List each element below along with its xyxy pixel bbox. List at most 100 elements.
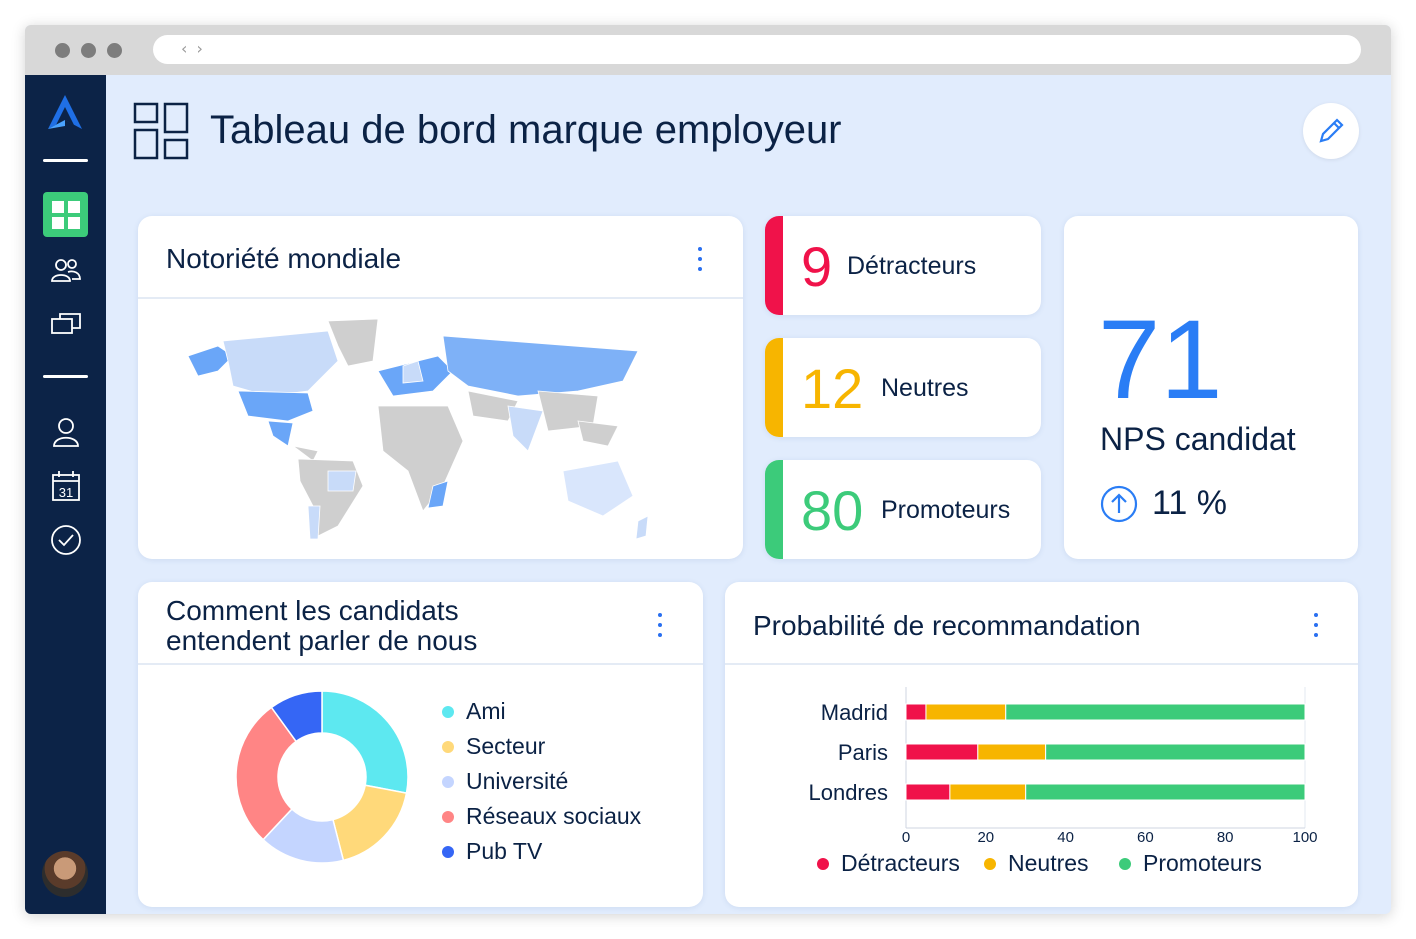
legend-item[interactable]: Secteur bbox=[442, 733, 545, 760]
address-bar[interactable]: ‹ › bbox=[153, 35, 1361, 64]
legend-item[interactable]: Pub TV bbox=[442, 838, 542, 865]
legend-item[interactable]: Université bbox=[442, 768, 568, 795]
edit-button[interactable] bbox=[1303, 103, 1359, 159]
calendar-icon: 31 bbox=[51, 470, 80, 501]
bar-segment[interactable] bbox=[925, 703, 1007, 721]
bar-segment[interactable] bbox=[1005, 703, 1306, 721]
legend-dot bbox=[984, 857, 996, 870]
nps-card: 71 NPS candidat 11 % bbox=[1064, 216, 1358, 559]
kpi-label: Promoteurs bbox=[881, 496, 1011, 524]
source-card-title: Comment les candidats bbox=[166, 595, 459, 626]
card-divider bbox=[138, 297, 743, 299]
y-tick-label: Madrid bbox=[821, 700, 888, 725]
y-tick-label: Paris bbox=[838, 740, 888, 765]
bar-segment[interactable] bbox=[977, 743, 1047, 761]
legend-dot bbox=[442, 810, 454, 823]
legend-dot bbox=[442, 845, 454, 858]
legend-dot bbox=[1119, 857, 1131, 870]
legend-label: Promoteurs bbox=[1143, 850, 1262, 876]
sidebar-item-calendar[interactable]: 31 bbox=[43, 463, 88, 508]
recommendation-card: Probabilité de recommandation Madrid Pari… bbox=[725, 582, 1358, 907]
kpi-card-promoters: 80 Promoteurs bbox=[765, 460, 1041, 559]
sidebar-divider bbox=[43, 159, 88, 162]
bar-segment[interactable] bbox=[1045, 743, 1306, 761]
card-divider bbox=[138, 663, 703, 665]
legend-label: Ami bbox=[466, 698, 506, 724]
sidebar-divider bbox=[43, 375, 88, 378]
x-tick-label: 40 bbox=[1057, 829, 1074, 844]
legend-label: Secteur bbox=[466, 733, 546, 759]
nav-arrows-icon[interactable]: ‹ › bbox=[181, 39, 205, 58]
nps-label: NPS candidat bbox=[1100, 421, 1296, 457]
more-options-icon[interactable] bbox=[650, 610, 670, 640]
map-card: Notoriété mondiale bbox=[138, 216, 743, 559]
x-tick-label: 0 bbox=[902, 829, 910, 844]
legend-item[interactable]: Ami bbox=[442, 698, 506, 725]
recommendation-card-title: Probabilité de recommandation bbox=[753, 610, 1141, 641]
browser-chrome: ‹ › bbox=[25, 25, 1391, 75]
bar-segment[interactable] bbox=[949, 783, 1027, 801]
kpi-card-neutrals: 12 Neutres bbox=[765, 338, 1041, 437]
bar-segment[interactable] bbox=[905, 743, 979, 761]
sidebar-item-tasks[interactable] bbox=[43, 517, 88, 562]
x-tick-label: 20 bbox=[977, 829, 994, 844]
legend-item[interactable]: Réseaux sociaux bbox=[442, 803, 641, 830]
legend-dot bbox=[442, 705, 454, 718]
legend-label: Détracteurs bbox=[841, 850, 960, 876]
donut-slice[interactable] bbox=[321, 690, 409, 794]
x-tick-label: 100 bbox=[1292, 829, 1317, 844]
kpi-card-detractors: 9 Détracteurs bbox=[765, 216, 1041, 315]
source-card-title: entendent parler de nous bbox=[166, 625, 478, 656]
bar-segment[interactable] bbox=[1025, 783, 1306, 801]
nps-trend: 11 % bbox=[1100, 484, 1227, 523]
nps-trend-value: 11 % bbox=[1152, 484, 1227, 522]
sidebar-item-profile[interactable] bbox=[43, 409, 88, 454]
arrow-up-circle-icon bbox=[1100, 485, 1138, 522]
bar-segment[interactable] bbox=[905, 703, 927, 721]
legend-dot bbox=[442, 775, 454, 788]
dashboard-icon bbox=[51, 200, 80, 229]
map-card-title: Notoriété mondiale bbox=[166, 243, 402, 274]
legend-item[interactable]: Détracteurs bbox=[817, 850, 960, 877]
legend-label: Réseaux sociaux bbox=[466, 803, 642, 829]
briefcase-icon bbox=[50, 312, 81, 334]
kpi-value: 9 bbox=[801, 235, 833, 298]
browser-window: ‹ › 31 Tableau de bord marque employeur … bbox=[25, 25, 1391, 914]
app-logo-icon[interactable] bbox=[45, 93, 85, 133]
stacked-bar-chart: Madrid Paris Londres 0 20 40 60 80 100 bbox=[808, 687, 1318, 844]
window-dot[interactable] bbox=[55, 43, 70, 58]
more-options-icon[interactable] bbox=[1306, 610, 1326, 640]
world-map[interactable] bbox=[178, 311, 658, 551]
sidebar-item-dashboard[interactable] bbox=[43, 192, 88, 237]
pencil-icon bbox=[1319, 118, 1344, 143]
x-tick-label: 60 bbox=[1137, 829, 1154, 844]
sidebar-item-team[interactable] bbox=[43, 247, 88, 292]
sidebar-item-jobs[interactable] bbox=[43, 301, 88, 346]
kpi-accent-bar bbox=[765, 460, 783, 559]
kpi-accent-bar bbox=[765, 216, 783, 315]
main-content: Tableau de bord marque employeur Notorié… bbox=[106, 75, 1391, 914]
kpi-label: Neutres bbox=[881, 374, 969, 402]
window-dot[interactable] bbox=[107, 43, 122, 58]
x-tick-label: 80 bbox=[1217, 829, 1234, 844]
nps-value: 71 bbox=[1098, 297, 1223, 422]
legend-item[interactable]: Promoteurs bbox=[1119, 850, 1262, 877]
users-icon bbox=[50, 258, 81, 282]
kpi-value: 80 bbox=[801, 479, 864, 542]
dashboard-layout-icon bbox=[133, 102, 189, 160]
bar-segment[interactable] bbox=[905, 783, 951, 801]
legend-item[interactable]: Neutres bbox=[984, 850, 1089, 877]
window-dot[interactable] bbox=[81, 43, 96, 58]
legend-dot bbox=[442, 740, 454, 753]
more-options-icon[interactable] bbox=[690, 244, 710, 274]
check-circle-icon bbox=[50, 524, 81, 555]
legend-label: Pub TV bbox=[466, 838, 543, 864]
donut-slice[interactable] bbox=[332, 784, 408, 862]
y-tick-label: Londres bbox=[808, 780, 888, 805]
svg-text:31: 31 bbox=[58, 485, 72, 500]
avatar[interactable] bbox=[42, 851, 88, 897]
kpi-accent-bar bbox=[765, 338, 783, 437]
sidebar: 31 bbox=[25, 75, 106, 914]
kpi-label: Détracteurs bbox=[847, 252, 977, 280]
page-title: Tableau de bord marque employeur bbox=[210, 108, 842, 152]
